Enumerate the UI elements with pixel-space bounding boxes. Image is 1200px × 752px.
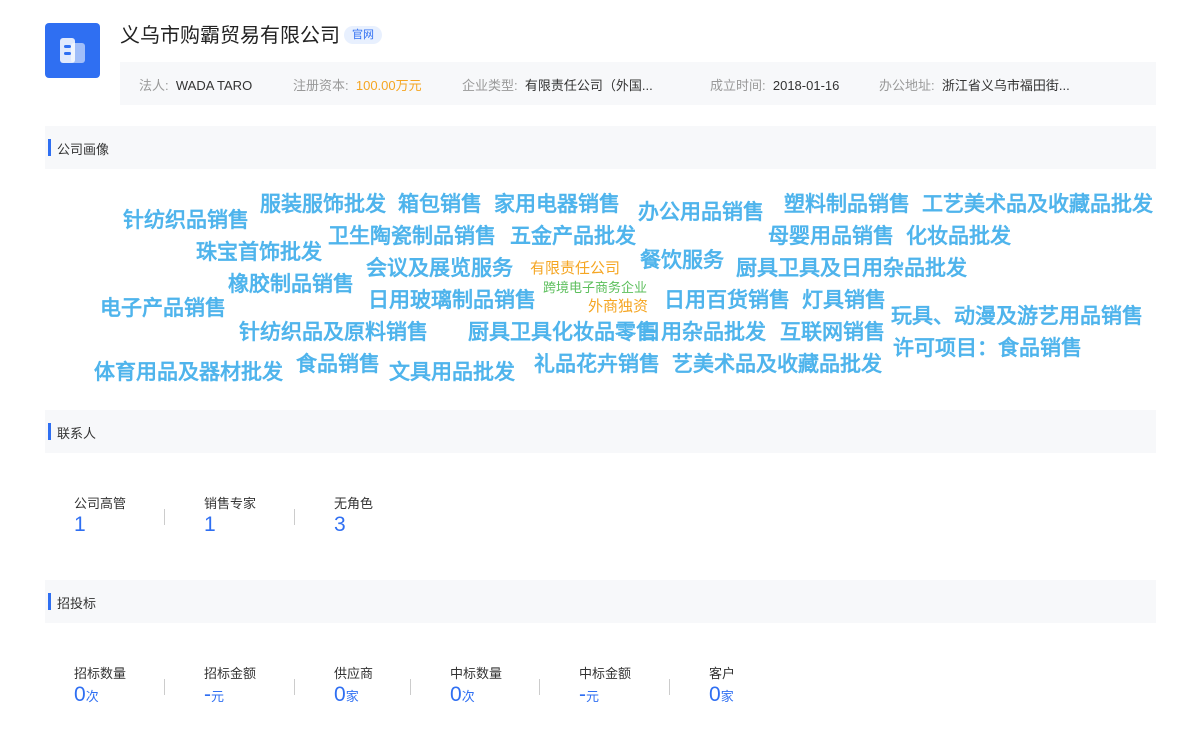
contact-stat-executives[interactable]: 公司高管 1 [74,493,126,537]
section-contacts: 联系人 [45,410,1156,453]
section-title: 联系人 [57,426,97,441]
bid-stat-customers[interactable]: 客户 0家 [709,663,735,707]
tag-item: 母婴用品销售 [768,225,894,248]
tag-item: 体育用品及器材批发 [94,361,283,384]
tag-item: 化妆品批发 [906,225,1011,248]
tag-item: 电子产品销售 [100,297,226,320]
tag-item: 工艺美术品及收藏品批发 [922,193,1153,216]
tag-item: 服装服饰批发 [260,193,386,216]
tag-item: 家用电器销售 [494,193,620,216]
tag-item: 玩具、动漫及游艺用品销售 [891,305,1143,328]
tag-item: 文具用品批发 [389,361,515,384]
tag-item: 食品销售 [296,353,380,376]
tag-item: 珠宝首饰批发 [196,241,322,264]
tag-item: 五金产品批发 [510,225,636,248]
tag-item: 塑料制品销售 [784,193,910,216]
tag-item: 餐饮服务 [640,249,724,272]
tag-item: 针纺织品及原料销售 [239,321,428,344]
tag-item: 外商独资 [588,298,649,315]
bid-stat-tender-count[interactable]: 招标数量 0次 [74,663,126,707]
section-bidding: 招投标 [45,580,1156,623]
tag-item: 会议及展览服务 [366,257,513,280]
tag-item: 许可项目：食品销售 [893,337,1082,360]
tag-item: 互联网销售 [780,321,885,344]
tag-item: 办公用品销售 [638,201,764,224]
tag-item: 厨具卫具化妆品零售 [468,321,657,344]
bid-stat-tender-amount[interactable]: 招标金额 -元 [204,663,256,707]
tag-item: 礼品花卉销售 [534,353,660,376]
contact-stat-no-role[interactable]: 无角色 3 [334,493,373,537]
tag-item: 日用杂品批发 [640,321,766,344]
section-title: 招投标 [57,596,97,611]
tag-item: 日用玻璃制品销售 [368,289,536,312]
tag-item: 厨具卫具及日用杂品批发 [736,257,967,280]
tag-item: 橡胶制品销售 [228,273,354,296]
tag-item: 有限责任公司 [530,260,621,277]
business-tag-cloud: 针纺织品销售 服装服饰批发 箱包销售 家用电器销售 办公用品销售 塑料制品销售 … [0,0,1200,752]
tag-item: 卫生陶瓷制品销售 [328,225,496,248]
tag-item: 跨境电子商务企业 [543,280,648,295]
tag-item: 艺美术品及收藏品批发 [672,353,882,376]
bid-stat-win-amount[interactable]: 中标金额 -元 [579,663,631,707]
tag-item: 灯具销售 [802,289,886,312]
tag-item: 箱包销售 [398,193,482,216]
tag-item: 针纺织品销售 [123,209,249,232]
bid-stat-suppliers[interactable]: 供应商 0家 [334,663,373,707]
tag-item: 日用百货销售 [664,289,790,312]
bid-stat-win-count[interactable]: 中标数量 0次 [450,663,502,707]
contact-stat-sales-experts[interactable]: 销售专家 1 [204,493,256,537]
